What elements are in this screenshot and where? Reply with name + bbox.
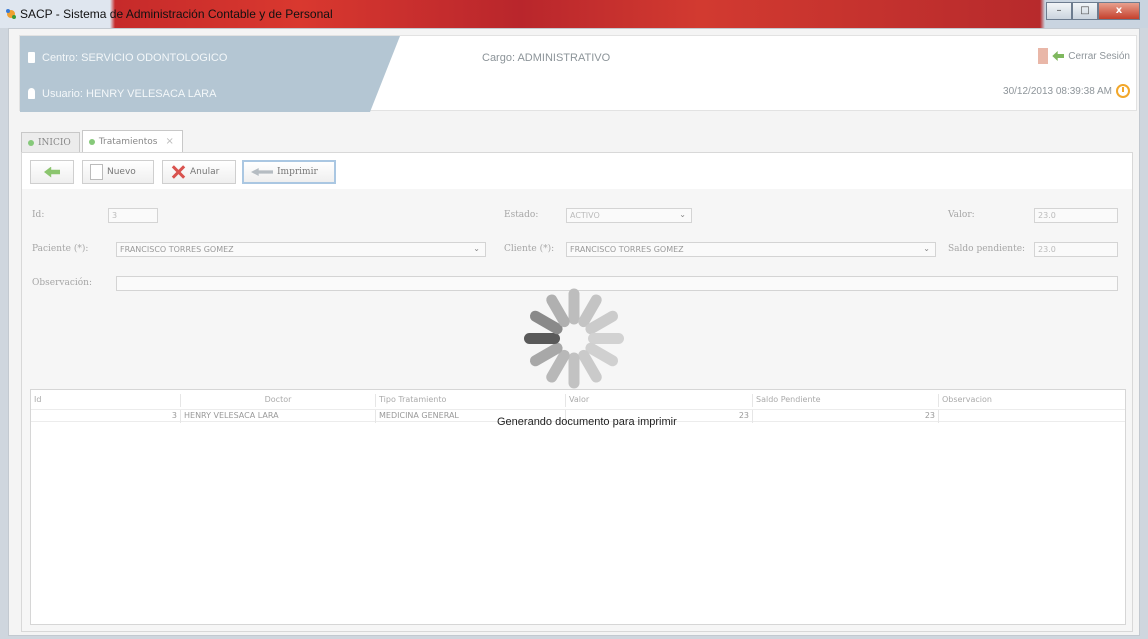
centro-label: Centro: SERVICIO ODONTOLOGICO — [42, 52, 228, 64]
session-header: Centro: SERVICIO ODONTOLOGICO Usuario: H… — [19, 35, 1137, 112]
door-icon — [1038, 48, 1049, 64]
anular-label: Anular — [190, 167, 220, 177]
cell-doctor: HENRY VELESACA LARA — [181, 410, 376, 423]
spinner-bar — [568, 352, 580, 389]
minimize-button[interactable]: – — [1046, 2, 1072, 20]
anular-button[interactable]: Anular — [162, 160, 236, 184]
imprimir-button[interactable]: Imprimir — [242, 160, 336, 184]
loading-spinner-icon — [496, 268, 656, 408]
close-tab-icon[interactable]: × — [165, 136, 173, 147]
nuevo-label: Nuevo — [107, 167, 136, 177]
new-document-icon — [90, 164, 103, 180]
column-header-observacion[interactable]: Observacion — [939, 394, 1125, 407]
paciente-select[interactable]: FRANCISCO TORRES GOMEZ ⌄ — [116, 242, 486, 257]
exit-arrow-icon — [1052, 51, 1065, 61]
cliente-label: Cliente (*): — [504, 244, 555, 254]
tab-label: INICIO — [38, 137, 71, 148]
estado-value: ACTIVO — [570, 211, 600, 220]
back-button[interactable] — [30, 160, 74, 184]
paciente-value: FRANCISCO TORRES GOMEZ — [120, 245, 234, 254]
saldo-pendiente-label: Saldo pendiente: — [948, 244, 1026, 254]
paciente-label: Paciente (*): — [32, 244, 89, 254]
column-header-id[interactable]: Id — [31, 394, 181, 407]
id-field[interactable]: 3 — [108, 208, 158, 223]
cliente-value: FRANCISCO TORRES GOMEZ — [570, 245, 684, 254]
estado-select[interactable]: ACTIVO ⌄ — [566, 208, 692, 223]
cell-observacion — [939, 410, 1125, 423]
spinner-bar — [524, 333, 560, 344]
logout-button[interactable]: Cerrar Sesión — [1038, 48, 1130, 64]
usuario-label: Usuario: HENRY VELESACA LARA — [42, 88, 217, 100]
datetime-display: 30/12/2013 08:39:38 AM — [1003, 84, 1130, 98]
chevron-down-icon: ⌄ — [923, 244, 930, 253]
header-banner-shape — [20, 36, 400, 112]
chevron-down-icon: ⌄ — [679, 210, 686, 219]
user-icon — [28, 88, 35, 99]
clock-icon — [1116, 84, 1130, 98]
window-controls: – □ x — [1046, 2, 1140, 20]
building-icon — [28, 52, 35, 63]
tab-inicio[interactable]: INICIO — [21, 132, 80, 152]
print-icon — [251, 168, 273, 176]
close-button[interactable]: x — [1098, 2, 1140, 20]
column-header-doctor[interactable]: Doctor — [181, 394, 376, 407]
logout-label: Cerrar Sesión — [1068, 50, 1130, 62]
back-arrow-icon — [44, 166, 60, 178]
datetime-text: 30/12/2013 08:39:38 AM — [1003, 85, 1112, 97]
saldo-pendiente-field[interactable]: 23.0 — [1034, 242, 1118, 257]
nuevo-button[interactable]: Nuevo — [82, 160, 154, 184]
cliente-select[interactable]: FRANCISCO TORRES GOMEZ ⌄ — [566, 242, 936, 257]
tab-status-icon — [28, 139, 34, 146]
tab-status-icon — [88, 138, 95, 145]
valor-label: Valor: — [948, 210, 975, 220]
tab-bar: INICIO Tratamientos × — [21, 130, 183, 152]
window-title-bar: SACP - Sistema de Administración Contabl… — [0, 0, 1148, 28]
tab-tratamientos[interactable]: Tratamientos × — [81, 130, 183, 152]
toolbar: Nuevo Anular Imprimir — [22, 153, 1132, 189]
cancel-x-icon — [170, 164, 186, 180]
cargo-label: Cargo: ADMINISTRATIVO — [482, 52, 611, 64]
app-icon — [6, 9, 16, 19]
valor-field[interactable]: 23.0 — [1034, 208, 1118, 223]
observacion-label: Observación: — [32, 278, 93, 288]
cell-id: 3 — [31, 410, 181, 423]
cell-saldo-pendiente: 23 — [753, 410, 939, 423]
tab-label: Tratamientos — [98, 136, 158, 147]
id-label: Id: — [32, 210, 45, 220]
spinner-bar — [588, 333, 624, 344]
estado-label: Estado: — [504, 210, 539, 220]
window-title: SACP - Sistema de Administración Contabl… — [20, 7, 333, 21]
loading-message: Generando documento para imprimir — [497, 416, 677, 428]
chevron-down-icon: ⌄ — [473, 244, 480, 253]
imprimir-label: Imprimir — [277, 167, 318, 177]
column-header-saldo-pendiente[interactable]: Saldo Pendiente — [753, 394, 939, 407]
maximize-button[interactable]: □ — [1072, 2, 1098, 20]
